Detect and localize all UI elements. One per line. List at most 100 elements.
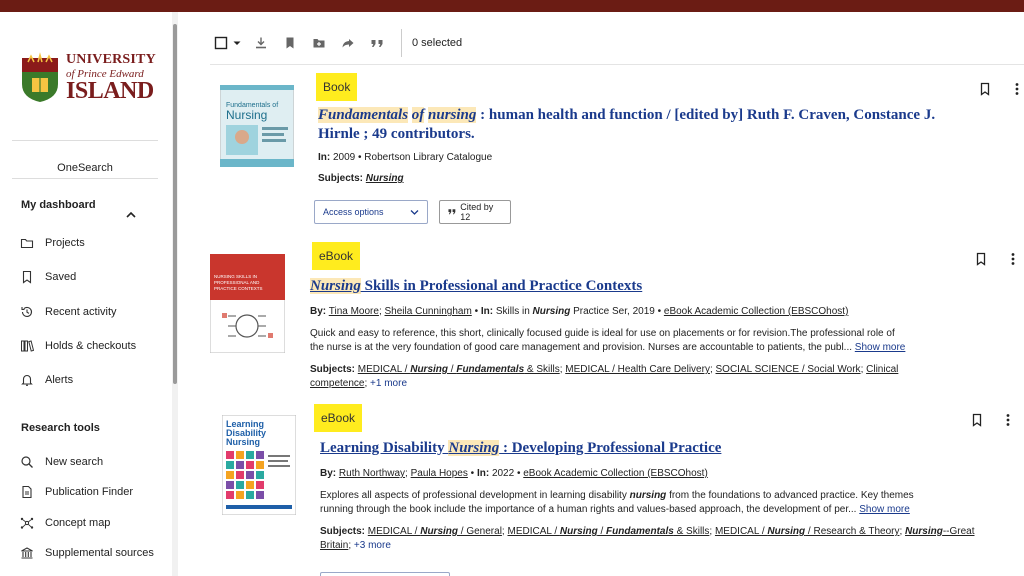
subject-link[interactable]: MEDICAL / Health Care Delivery: [565, 364, 710, 375]
history-icon: [21, 306, 33, 318]
subject-link[interactable]: SOCIAL SCIENCE / Social Work: [716, 364, 861, 375]
subject-link[interactable]: MEDICAL / Nursing / Research & Theory: [715, 526, 900, 537]
sidebar-item-holds-checkouts[interactable]: Holds & checkouts: [20, 337, 136, 355]
result-title-link[interactable]: Learning Disability Nursing : Developing…: [320, 439, 960, 458]
sidebar-item-projects[interactable]: Projects: [20, 234, 85, 252]
subject-link[interactable]: Nursing: [366, 173, 404, 184]
document-icon: [22, 485, 32, 499]
title-text: Learning Disability: [320, 440, 449, 456]
subject-link[interactable]: MEDICAL / Nursing / Fundamentals & Skill…: [507, 526, 709, 537]
add-to-project-icon[interactable]: [312, 36, 326, 50]
book-cover-image[interactable]: NURSING SKILLS IN PROFESSIONAL AND PRACT…: [210, 254, 285, 353]
bookmark-icon[interactable]: [978, 82, 992, 96]
my-dashboard-heading[interactable]: My dashboard: [21, 199, 96, 211]
title-highlight: Nursing: [310, 278, 361, 294]
subject-text: & Skills: [673, 526, 710, 537]
result-type-badge: eBook: [314, 404, 363, 432]
result-title-link[interactable]: Nursing Skills in Professional and Pract…: [310, 277, 970, 296]
show-more-link[interactable]: Show more: [855, 342, 906, 353]
sidebar-scrollbar[interactable]: [172, 12, 178, 576]
author-link[interactable]: Ruth Northway: [339, 468, 405, 479]
scrollbar-thumb[interactable]: [173, 24, 177, 384]
bookmark-icon[interactable]: [970, 413, 984, 427]
subject-highlight: Nursing: [410, 364, 448, 375]
concept-map-icon: [20, 517, 34, 529]
sidebar: UNIVERSITY of Prince Edward ISLAND OneSe…: [0, 12, 172, 576]
author-link[interactable]: Paula Hopes: [411, 468, 468, 479]
cover-title-line-3: PRACTICE CONTEXTS: [214, 286, 263, 291]
author-link[interactable]: Tina Moore: [329, 306, 379, 317]
onesearch-link[interactable]: OneSearch: [12, 162, 158, 174]
more-subjects-link[interactable]: +1 more: [370, 378, 407, 389]
sidebar-item-supplemental-sources[interactable]: Supplemental sources: [20, 544, 154, 562]
more-options-icon[interactable]: [1001, 413, 1015, 427]
chevron-down-icon[interactable]: [232, 36, 242, 50]
abstract-text: from the foundations to advanced practic…: [666, 490, 914, 501]
sidebar-item-label: Concept map: [45, 517, 111, 529]
author-link[interactable]: Sheila Cunningham: [385, 306, 472, 317]
cited-by-label: Cited by 12: [460, 202, 494, 222]
access-options-dropdown[interactable]: Access options: [314, 200, 428, 224]
sidebar-item-publication-finder[interactable]: Publication Finder: [20, 483, 133, 501]
subject-link[interactable]: MEDICAL / Nursing / General: [368, 526, 502, 537]
more-subjects-link[interactable]: +3 more: [354, 540, 391, 551]
share-icon[interactable]: [341, 36, 355, 50]
divider: [12, 178, 158, 179]
books-icon: [21, 340, 34, 352]
toolbar-divider: [401, 29, 402, 57]
cover-title-line-2: PROFESSIONAL AND: [214, 280, 260, 285]
more-options-icon[interactable]: [1006, 252, 1020, 266]
sidebar-item-alerts[interactable]: Alerts: [20, 371, 73, 389]
source-link[interactable]: eBook Academic Collection (EBSCOhost): [523, 468, 708, 479]
sidebar-item-label: Supplemental sources: [45, 547, 154, 559]
meta-text: Skills in: [495, 306, 533, 317]
institution-icon: [21, 547, 33, 559]
meta-highlight: Nursing: [532, 306, 571, 317]
cite-icon[interactable]: [370, 36, 384, 50]
subject-link[interactable]: MEDICAL / Nursing / Fundamentals & Skill…: [358, 364, 560, 375]
sidebar-item-label: Publication Finder: [45, 486, 134, 498]
sidebar-item-label: Recent activity: [45, 306, 117, 318]
by-label: By:: [310, 306, 327, 317]
show-more-link[interactable]: Show more: [859, 504, 910, 515]
university-logo[interactable]: UNIVERSITY of Prince Edward ISLAND: [20, 48, 160, 118]
book-cover-image[interactable]: Learning Disability Nursing: [222, 415, 296, 515]
brand-line-1: UNIVERSITY: [66, 52, 156, 67]
abstract-text: Explores all aspects of professional dev…: [320, 490, 630, 501]
subject-highlight: Fundamentals: [606, 526, 674, 537]
chevron-up-icon[interactable]: [124, 208, 138, 222]
title-highlight: nursing: [428, 107, 477, 123]
results-panel: 0 selected Fundamentals of Nursing Book …: [190, 12, 1024, 576]
title-highlight: of: [411, 107, 425, 123]
cited-by-button[interactable]: Cited by 12: [439, 200, 511, 224]
result-abstract: Explores all aspects of professional dev…: [320, 489, 980, 517]
result-title-link[interactable]: Fundamentals of nursing : human health a…: [318, 106, 958, 144]
access-options-dropdown[interactable]: [320, 572, 450, 576]
cover-title-line-1: NURSING SKILLS IN: [214, 274, 257, 279]
download-icon[interactable]: [254, 36, 268, 50]
folder-icon: [20, 238, 34, 249]
sidebar-item-new-search[interactable]: New search: [20, 453, 103, 471]
abstract-line: running through the book include the imp…: [320, 504, 857, 515]
sidebar-item-saved[interactable]: Saved: [20, 268, 76, 286]
subject-text: & Skills: [524, 364, 560, 375]
select-all-checkbox[interactable]: [214, 36, 228, 50]
bookmark-icon[interactable]: [283, 36, 297, 50]
book-cover-image[interactable]: Fundamentals of Nursing: [220, 85, 294, 167]
subject-highlight: Nursing: [420, 526, 458, 537]
more-options-icon[interactable]: [1010, 82, 1024, 96]
sidebar-item-concept-map[interactable]: Concept map: [20, 514, 110, 532]
bookmark-icon: [22, 270, 32, 284]
chevron-down-icon: [410, 210, 419, 215]
results-toolbar: 0 selected: [214, 29, 462, 57]
abstract-line: the nurse is at the very foundation of g…: [310, 342, 853, 353]
cover-title-line-2: Nursing: [226, 108, 267, 122]
cite-icon: [448, 209, 456, 215]
bell-icon: [21, 374, 33, 386]
subject-highlight: Nursing: [767, 526, 806, 537]
sidebar-item-recent-activity[interactable]: Recent activity: [20, 303, 117, 321]
source-link[interactable]: eBook Academic Collection (EBSCOhost): [664, 306, 849, 317]
research-tools-heading: Research tools: [21, 422, 100, 434]
bookmark-icon[interactable]: [974, 252, 988, 266]
result-meta: In: 2009 • Robertson Library Catalogue: [318, 152, 492, 163]
